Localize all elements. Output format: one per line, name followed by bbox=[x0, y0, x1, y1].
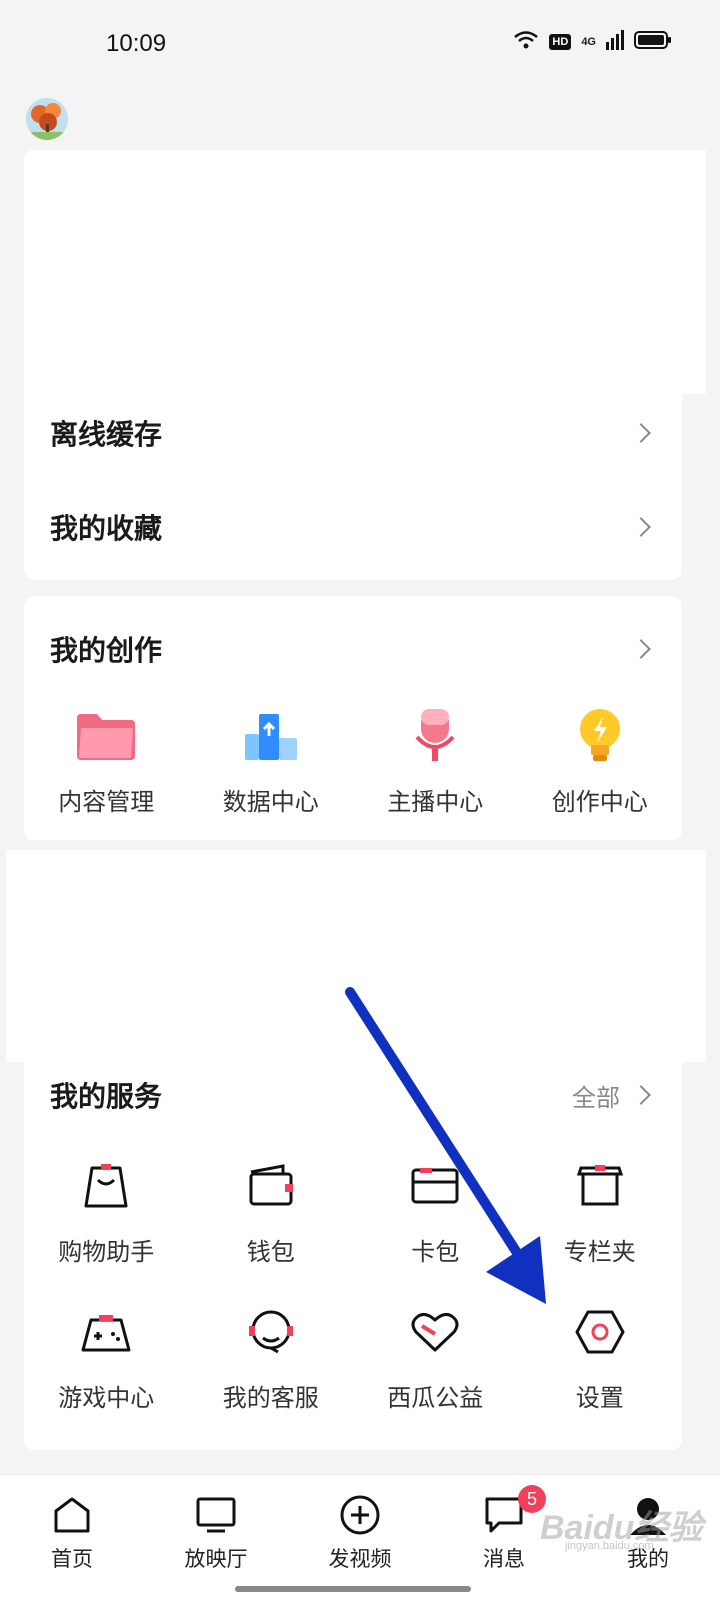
service-item-card[interactable]: 卡包 bbox=[353, 1154, 518, 1267]
creation-grid: 内容管理 数据中心 主播中心 创作中心 bbox=[24, 704, 682, 817]
service-item-column-folder[interactable]: 专栏夹 bbox=[518, 1154, 683, 1267]
chevron-right-icon bbox=[631, 639, 651, 659]
list-item-label: 我的收藏 bbox=[50, 512, 163, 545]
home-indicator[interactable] bbox=[235, 1586, 471, 1592]
wifi-icon bbox=[513, 30, 539, 54]
wallet-icon bbox=[239, 1154, 303, 1218]
service-item-game-center[interactable]: 游戏中心 bbox=[24, 1300, 189, 1413]
headset-icon bbox=[239, 1300, 303, 1364]
service-item-label: 卡包 bbox=[411, 1238, 460, 1266]
folder-icon bbox=[74, 704, 138, 768]
list-item-offline-cache[interactable]: 离线缓存 bbox=[24, 385, 682, 481]
service-item-label: 西瓜公益 bbox=[387, 1384, 484, 1412]
basket-icon bbox=[568, 1154, 632, 1218]
service-item-wallet[interactable]: 钱包 bbox=[189, 1154, 354, 1267]
section-title: 我的创作 bbox=[50, 634, 163, 667]
battery-icon bbox=[634, 30, 672, 54]
chevron-right-icon bbox=[631, 517, 651, 537]
service-item-charity[interactable]: 西瓜公益 bbox=[353, 1300, 518, 1413]
microphone-icon bbox=[403, 704, 467, 768]
status-icons: HD 4G bbox=[513, 30, 672, 54]
section-title: 我的服务 bbox=[50, 1080, 163, 1113]
creation-card: 我的创作 内容管理 数据中心 主播中心 创作中心 bbox=[24, 596, 682, 840]
tab-home[interactable]: 首页 bbox=[0, 1475, 144, 1600]
creation-item-data-center[interactable]: 数据中心 bbox=[189, 704, 354, 817]
all-services-link[interactable]: 全部 bbox=[572, 1078, 620, 1113]
shopping-bag-icon bbox=[74, 1154, 138, 1218]
service-item-customer-service[interactable]: 我的客服 bbox=[189, 1300, 354, 1413]
services-grid-row-1: 购物助手 钱包 卡包 专栏夹 bbox=[24, 1154, 682, 1267]
mid-blank-area bbox=[6, 850, 706, 1062]
service-item-label: 设置 bbox=[575, 1384, 624, 1412]
service-item-label: 购物助手 bbox=[58, 1238, 155, 1266]
status-bar: 10:09 HD 4G bbox=[0, 0, 720, 92]
services-card: 我的服务 全部 购物助手 钱包 卡包 专栏夹 游戏中心 我的客服 西瓜公益 设置 bbox=[24, 1062, 682, 1450]
creation-item-label: 数据中心 bbox=[222, 788, 319, 816]
creation-item-label: 创作中心 bbox=[551, 788, 648, 816]
service-item-label: 专栏夹 bbox=[563, 1238, 636, 1266]
service-item-label: 我的客服 bbox=[222, 1384, 319, 1412]
creation-item-label: 主播中心 bbox=[387, 788, 484, 816]
tab-post-video[interactable]: 发视频 bbox=[288, 1475, 432, 1600]
creation-item-label: 内容管理 bbox=[58, 788, 155, 816]
tab-label: 消息 bbox=[483, 1547, 525, 1571]
chevron-right-icon bbox=[631, 423, 651, 443]
lightbulb-icon bbox=[568, 704, 632, 768]
tab-label: 首页 bbox=[51, 1547, 93, 1571]
tab-label: 发视频 bbox=[328, 1547, 392, 1571]
settings-hexagon-icon bbox=[568, 1300, 632, 1364]
network-type: 4G bbox=[581, 36, 596, 48]
list-item-favorites[interactable]: 我的收藏 bbox=[24, 479, 682, 575]
watermark-url: jingyan.baidu.com bbox=[565, 1540, 654, 1552]
list-item-label: 离线缓存 bbox=[50, 418, 163, 451]
gamepad-icon bbox=[74, 1300, 138, 1364]
creation-item-content-manage[interactable]: 内容管理 bbox=[24, 704, 189, 817]
creation-header[interactable]: 我的创作 bbox=[24, 626, 682, 672]
status-time: 10:09 bbox=[106, 30, 167, 57]
service-item-label: 游戏中心 bbox=[58, 1384, 155, 1412]
heart-icon bbox=[403, 1300, 467, 1364]
service-item-settings[interactable]: 设置 bbox=[518, 1300, 683, 1413]
service-item-label: 钱包 bbox=[246, 1238, 295, 1266]
tab-label: 放映厅 bbox=[184, 1547, 248, 1571]
service-item-shopping[interactable]: 购物助手 bbox=[24, 1154, 189, 1267]
tab-theater[interactable]: 放映厅 bbox=[144, 1475, 288, 1600]
home-icon bbox=[50, 1493, 94, 1537]
creation-item-anchor-center[interactable]: 主播中心 bbox=[353, 704, 518, 817]
creation-item-creator-center[interactable]: 创作中心 bbox=[518, 704, 683, 817]
signal-icon bbox=[606, 30, 624, 54]
data-chart-icon bbox=[239, 704, 303, 768]
hd-badge: HD bbox=[549, 34, 572, 50]
chevron-right-icon[interactable] bbox=[631, 1085, 651, 1105]
plus-circle-icon bbox=[338, 1493, 382, 1537]
quick-list-card: 离线缓存 我的收藏 bbox=[24, 150, 682, 580]
services-header: 我的服务 全部 bbox=[24, 1072, 682, 1118]
card-icon bbox=[403, 1154, 467, 1218]
avatar[interactable] bbox=[26, 98, 68, 140]
tv-icon bbox=[194, 1493, 238, 1537]
services-grid-row-2: 游戏中心 我的客服 西瓜公益 设置 bbox=[24, 1300, 682, 1413]
